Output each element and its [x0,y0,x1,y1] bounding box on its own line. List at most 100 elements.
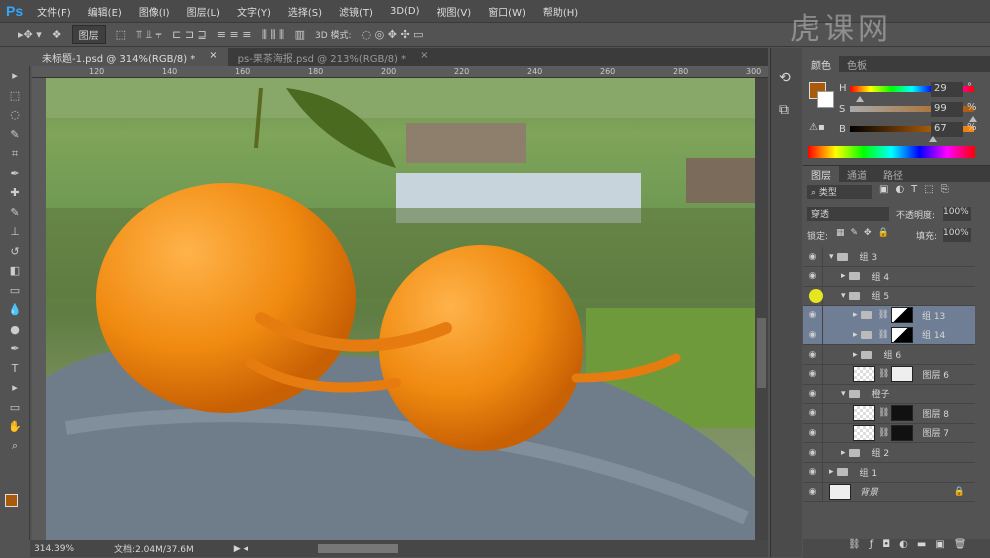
layer-row[interactable]: ◉ 背景 🔒 [803,482,975,503]
layer-row[interactable]: ◉ ▸ 组 2 [803,443,975,463]
layer-mask-thumbnail[interactable] [891,424,914,441]
menu-item[interactable]: 选择(S) [288,4,322,19]
auto-select-dropdown[interactable]: 图层 [71,25,106,44]
gradient-tool-icon[interactable]: ▭ [0,281,30,301]
history-brush-tool-icon[interactable]: ↺ [0,242,30,262]
close-icon[interactable]: × [209,50,217,64]
layer-row[interactable]: ◉ ⛓ 图层 6 [803,364,975,385]
blur-tool-icon[interactable]: 💧 [0,300,30,320]
visibility-eye-icon[interactable]: ◉ [803,482,823,502]
menu-item[interactable]: 编辑(E) [88,4,122,19]
layer-row[interactable]: ◉ ▸ 组 4 [803,266,975,287]
close-icon[interactable]: × [420,50,428,64]
layer-row[interactable]: ◉▾组 5 [803,286,975,307]
zoom-tool-icon[interactable]: ⌕ [0,437,30,457]
menu-item[interactable]: 视图(V) [437,4,472,19]
color-spectrum-bar[interactable] [808,146,975,158]
eyedropper-tool-icon[interactable]: ✒ [0,164,30,184]
fill-input[interactable]: 100% [943,228,971,242]
brush-tool-icon[interactable]: ✎ [0,203,30,223]
menu-item[interactable]: 滤镜(T) [339,4,373,19]
type-tool-icon[interactable]: T [0,359,30,379]
filter-icons[interactable]: ▣◐T⬚⎘ [879,184,956,195]
hand-tool-icon[interactable]: ✋ [0,417,30,437]
layer-row[interactable]: ◉ ⛓ 图层 8 [803,403,975,424]
menu-item[interactable]: 窗口(W) [488,4,526,19]
vertical-scrollbar[interactable] [755,78,768,540]
expand-arrow-icon[interactable]: ▸ [853,350,858,360]
collapse-arrow-icon[interactable]: ▾ [841,291,846,301]
3d-tools-icons[interactable]: ◌ ◎ ✥ ✣ ▭ [362,28,424,41]
layer-row[interactable]: ◉ ▸ 组 6 [803,345,975,365]
lasso-tool-icon[interactable]: ◌ [0,105,30,125]
visibility-eye-icon[interactable]: ◉ [803,325,823,345]
expand-arrow-icon[interactable]: ▸ [841,271,846,281]
background-color-swatch[interactable] [817,91,834,108]
layer-mask-thumbnail[interactable] [891,366,914,383]
menu-item[interactable]: 文字(Y) [237,4,271,19]
layer-mask-thumbnail[interactable] [890,307,913,324]
tool-presets-icon[interactable]: ⧉ [779,102,802,118]
visibility-eye-icon[interactable]: ◉ [803,345,823,364]
menu-item[interactable]: 帮助(H) [543,4,578,19]
visibility-eye-icon[interactable]: ◉ [803,423,823,443]
eraser-tool-icon[interactable]: ◧ [0,261,30,281]
menu-item[interactable]: 文件(F) [37,4,71,19]
distribute-icons[interactable]: ≡ ≡ ≡ ⫼ ⫼ ⫼ ▥ [217,28,305,42]
link-icon[interactable]: ⛓ [878,369,889,379]
status-arrow-icon[interactable]: ▶ ◂ [234,544,248,554]
layer-row[interactable]: ◉ ▾ 组 3 [803,247,975,267]
expand-arrow-icon[interactable]: ▸ [829,467,834,477]
visibility-eye-icon[interactable]: ◉ [803,462,823,482]
move-tool-icon[interactable]: ▸ [0,66,30,86]
layer-row[interactable]: ◉ ⛓ 图层 7 [803,423,975,444]
layer-row[interactable]: ◉ ▾ 橙子 [803,384,975,405]
lock-icons[interactable]: ▦✎✥🔒 [836,228,895,238]
filter-type-dropdown[interactable]: ⌕ 类型 [807,185,872,199]
shape-tool-icon[interactable]: ▭ [0,398,30,418]
expand-arrow-icon[interactable]: ▸ [853,310,858,320]
gamut-warning-icon[interactable]: ⚠▪ [809,122,825,133]
history-icon[interactable]: ⟲ [779,70,802,86]
visibility-eye-icon[interactable]: ◉ [803,364,823,384]
slider-thumb[interactable] [968,112,977,122]
tab-swatches[interactable]: 色板 [839,56,875,72]
collapse-arrow-icon[interactable]: ▾ [841,389,846,399]
layer-row[interactable]: ◉ ▸ 组 1 [803,462,975,483]
link-icon[interactable]: ⛓ [878,330,889,340]
healing-tool-icon[interactable]: ✚ [0,183,30,203]
link-icon[interactable]: ⛓ [878,310,889,320]
tab-color[interactable]: 颜色 [803,56,839,72]
align-icons[interactable]: ⫪ ⫫ ⫧ ⊏ ⊐ ⊒ [136,28,207,42]
pen-tool-icon[interactable]: ✒ [0,339,30,359]
dodge-tool-icon[interactable]: ● [0,320,30,340]
tab-paths[interactable]: 路径 [875,166,911,182]
link-icon[interactable]: ⛓ [878,428,889,438]
opacity-input[interactable]: 100% [943,207,971,221]
layer-mask-thumbnail[interactable] [891,405,914,422]
crop-tool-icon[interactable]: ⌗ [0,144,30,164]
slider-thumb[interactable] [929,132,938,142]
marquee-tool-icon[interactable]: ⬚ [0,86,30,106]
visibility-eye-icon[interactable]: ◉ [803,305,823,325]
quick-select-tool-icon[interactable]: ✎ [0,125,30,145]
visibility-eye-icon[interactable]: ◉ [803,266,823,286]
zoom-level[interactable]: 314.39% [34,544,74,554]
layer-row[interactable]: ◉ ▸ ⛓ 组 14 [803,325,975,346]
h-value[interactable]: 29 [931,82,963,97]
link-icon[interactable]: ⛓ [878,408,889,418]
expand-arrow-icon[interactable]: ▸ [853,330,858,340]
collapse-arrow-icon[interactable]: ▾ [829,252,834,262]
path-select-tool-icon[interactable]: ▸ [0,378,30,398]
tab-channels[interactable]: 通道 [839,166,875,182]
move-tool-icon[interactable]: ▸✥ ▾ [18,28,42,41]
visibility-eye-icon[interactable]: ◉ [803,443,823,462]
tab-untitled[interactable]: 未标题-1.psd @ 314%(RGB/8) * × [32,48,228,66]
menu-item[interactable]: 3D(D) [390,6,420,17]
slider-thumb[interactable] [855,92,864,102]
blend-mode-dropdown[interactable]: 穿透 [807,207,889,221]
document-canvas[interactable] [46,78,755,540]
visibility-eye-icon[interactable]: ◉ [803,384,823,404]
horizontal-scrollbar[interactable] [318,544,399,553]
layers-bottom-toolbar[interactable]: ⛓ƒ◘◐▬▣🗑 [803,539,990,558]
